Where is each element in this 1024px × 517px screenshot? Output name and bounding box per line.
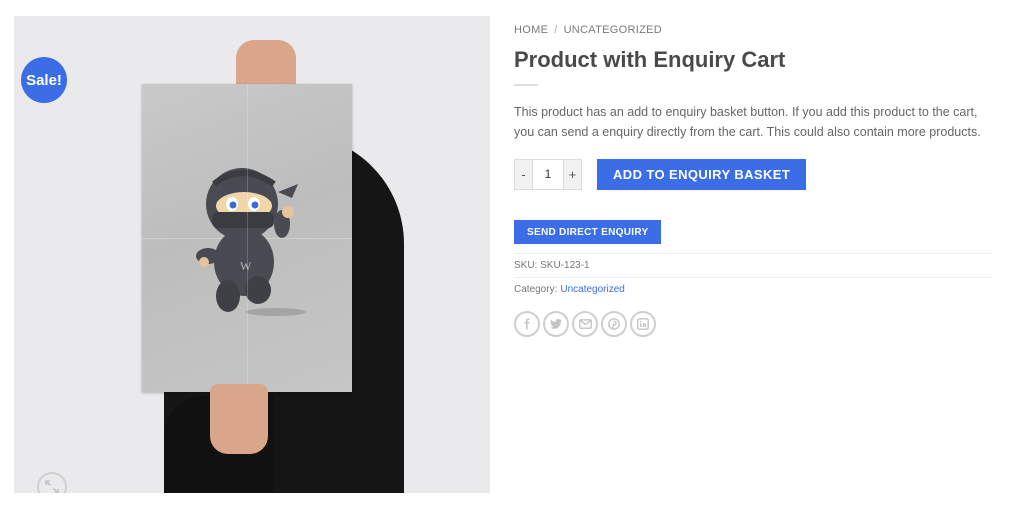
sku-value: SKU-123-1	[540, 260, 590, 271]
quantity-input[interactable]	[533, 159, 563, 189]
category-row: Category: Uncategorized	[514, 277, 992, 301]
category-label: Category:	[514, 284, 558, 295]
ninja-shadow	[246, 308, 306, 316]
share-pinterest-button[interactable]	[601, 311, 627, 337]
send-direct-enquiry-button[interactable]: SEND DIRECT ENQUIRY	[514, 220, 662, 244]
svg-text:W: W	[240, 259, 252, 273]
title-divider	[514, 84, 538, 86]
person-hand-bottom	[210, 384, 268, 454]
breadcrumb: HOME / UNCATEGORIZED	[514, 24, 992, 40]
ninja-illustration: W	[196, 168, 298, 312]
facebook-icon	[524, 318, 530, 330]
product-image[interactable]: W	[14, 16, 490, 493]
product-gallery[interactable]: W Sale!	[14, 16, 490, 493]
ninja-poster: W	[142, 84, 352, 392]
share-twitter-button[interactable]	[543, 311, 569, 337]
product-summary: HOME / UNCATEGORIZED Product with Enquir…	[514, 24, 992, 337]
share-email-button[interactable]	[572, 311, 598, 337]
quantity-plus-button[interactable]: +	[563, 159, 581, 189]
pinterest-icon	[608, 318, 620, 330]
breadcrumb-home-link[interactable]: HOME	[514, 24, 548, 40]
quantity-stepper: - +	[514, 158, 582, 190]
add-to-enquiry-basket-button[interactable]: ADD TO ENQUIRY BASKET	[597, 158, 807, 190]
email-icon	[578, 319, 592, 329]
share-linkedin-button[interactable]	[630, 311, 656, 337]
product-meta: SKU: SKU-123-1 Category: Uncategorized	[514, 253, 992, 301]
category-link[interactable]: Uncategorized	[560, 284, 624, 295]
share-icons	[514, 311, 992, 337]
add-to-cart-row: - + ADD TO ENQUIRY BASKET	[514, 158, 992, 190]
breadcrumb-separator: /	[554, 24, 558, 36]
product-title: Product with Enquiry Cart	[514, 47, 786, 72]
sale-badge: Sale!	[21, 57, 67, 103]
sku-label: SKU:	[514, 260, 538, 271]
twitter-icon	[549, 318, 562, 329]
product-description: This product has an add to enquiry baske…	[514, 105, 981, 139]
share-facebook-button[interactable]	[514, 311, 540, 337]
expand-icon	[45, 480, 59, 493]
sku-row: SKU: SKU-123-1	[514, 253, 992, 277]
breadcrumb-category-link[interactable]: UNCATEGORIZED	[564, 24, 662, 40]
linkedin-icon	[637, 318, 649, 330]
quantity-minus-button[interactable]: -	[515, 159, 533, 189]
